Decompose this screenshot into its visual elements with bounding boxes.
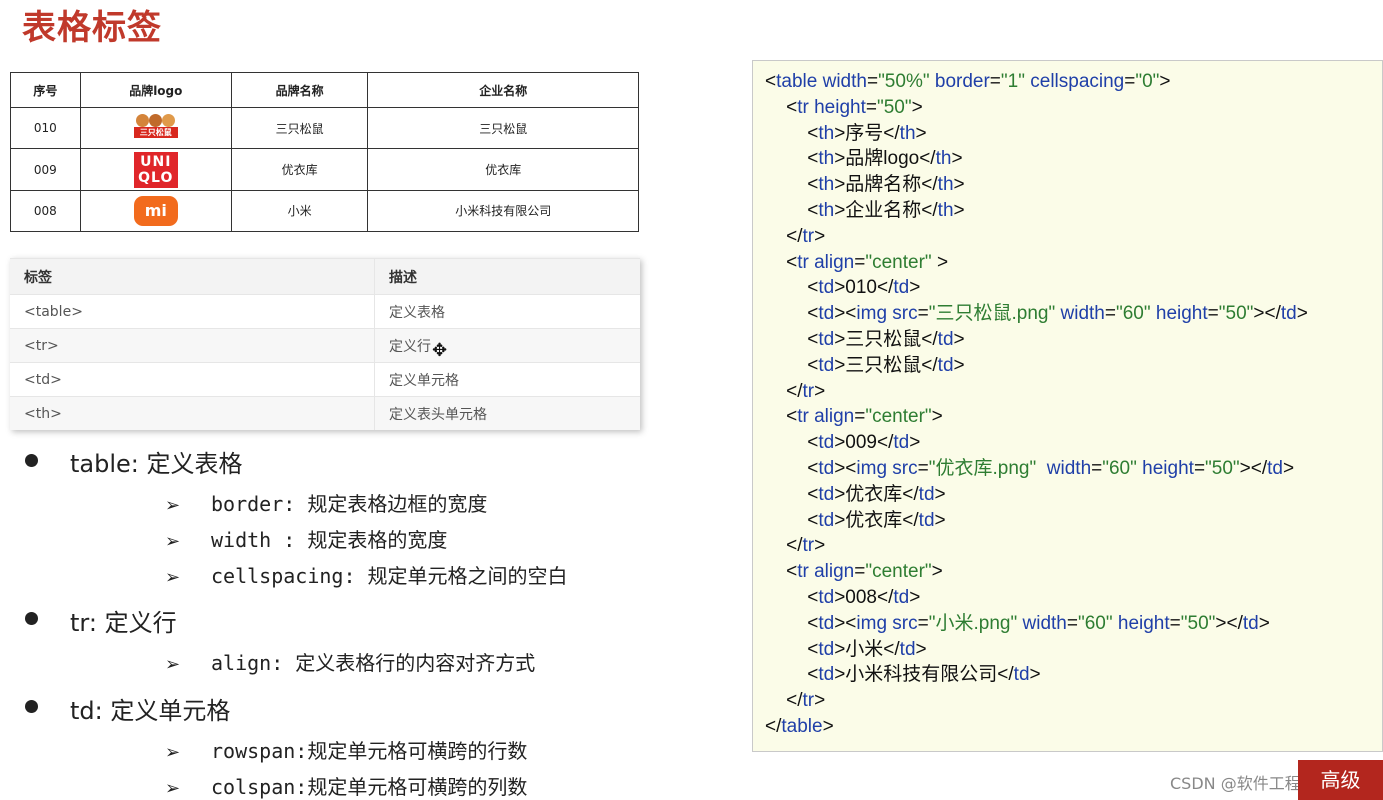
company-cell: 小米科技有限公司 bbox=[367, 189, 639, 233]
logo-cell: UNI QLO bbox=[79, 148, 232, 191]
sub-bullet: ➢ colspan:规定单元格可横跨的列数 bbox=[165, 775, 528, 799]
tag-cell: <th> bbox=[10, 396, 375, 430]
header-cell: 品牌logo bbox=[79, 71, 232, 109]
sub-bullet: ➢ align: 定义表格行的内容对齐方式 bbox=[165, 651, 536, 675]
desc-cell: 定义行 bbox=[374, 328, 640, 363]
header-cell: 序号 bbox=[10, 71, 81, 109]
table-row: 009 UNI QLO 优衣库 优衣库 bbox=[10, 148, 639, 191]
table-row: <table> 定义表格 bbox=[10, 294, 640, 329]
table-header-row: 标签 描述 bbox=[10, 258, 640, 295]
sub-bullet: ➢ border: 规定表格边框的宽度 bbox=[165, 492, 488, 516]
corner-badge: 高级 bbox=[1298, 760, 1383, 800]
table-header-row: 序号 品牌logo 品牌名称 企业名称 bbox=[10, 71, 639, 109]
sub-bullet: ➢ width : 规定表格的宽度 bbox=[165, 528, 448, 552]
logo-cell: 三只松鼠 bbox=[79, 107, 232, 150]
desc-cell: 定义表头单元格 bbox=[374, 396, 640, 430]
header-cell: 描述 bbox=[374, 258, 640, 295]
uniqlo-logo: UNI QLO bbox=[133, 151, 178, 188]
bullet-icon bbox=[25, 612, 38, 625]
brand-cell: 小米 bbox=[230, 189, 369, 233]
bullet-td: td: 定义单元格 bbox=[70, 697, 231, 725]
bullet-tr: tr: 定义行 bbox=[70, 609, 177, 637]
brand-cell: 优衣库 bbox=[230, 148, 369, 191]
table-row: <td> 定义单元格 bbox=[10, 362, 640, 397]
watermark: CSDN @软件工程师 bbox=[1170, 774, 1317, 793]
table-row: 010 三只松鼠 三只松鼠 三只松鼠 bbox=[10, 107, 639, 150]
id-cell: 008 bbox=[10, 189, 81, 233]
tag-cell: <tr> bbox=[10, 328, 375, 363]
id-cell: 009 bbox=[10, 148, 81, 191]
squirrel-logo: 三只松鼠 bbox=[133, 112, 178, 144]
demo-table: 序号 品牌logo 品牌名称 企业名称 010 三只松鼠 三只松鼠 三只松鼠 0… bbox=[10, 71, 639, 233]
desc-cell: 定义表格 bbox=[374, 294, 640, 329]
sub-bullet: ➢ cellspacing: 规定单元格之间的空白 bbox=[165, 564, 568, 588]
tag-cell: <td> bbox=[10, 362, 375, 397]
header-cell: 标签 bbox=[10, 258, 375, 295]
table-row: <tr> 定义行 bbox=[10, 328, 640, 363]
header-cell: 企业名称 bbox=[367, 71, 639, 109]
move-cursor-icon: ✥ bbox=[432, 340, 448, 361]
id-cell: 010 bbox=[10, 107, 81, 150]
bullet-icon bbox=[25, 454, 38, 467]
bullet-table: table: 定义表格 bbox=[70, 450, 243, 478]
page-title: 表格标签 bbox=[22, 8, 162, 48]
tag-table: 标签 描述 <table> 定义表格 <tr> 定义行 <td> 定义单元格 <… bbox=[10, 258, 640, 430]
sub-bullet: ➢ rowspan:规定单元格可横跨的行数 bbox=[165, 739, 528, 763]
logo-cell: mi bbox=[79, 189, 232, 233]
table-row: 008 mi 小米 小米科技有限公司 bbox=[10, 189, 639, 233]
brand-cell: 三只松鼠 bbox=[230, 107, 369, 150]
tag-cell: <table> bbox=[10, 294, 375, 329]
desc-cell: 定义单元格 bbox=[374, 362, 640, 397]
xiaomi-logo: mi bbox=[133, 195, 178, 226]
bullet-icon bbox=[25, 700, 38, 713]
header-cell: 品牌名称 bbox=[230, 71, 369, 109]
table-row: <th> 定义表头单元格 bbox=[10, 396, 640, 430]
company-cell: 优衣库 bbox=[367, 148, 639, 191]
company-cell: 三只松鼠 bbox=[367, 107, 639, 150]
code-block: <table width="50%" border="1" cellspacin… bbox=[752, 60, 1383, 752]
